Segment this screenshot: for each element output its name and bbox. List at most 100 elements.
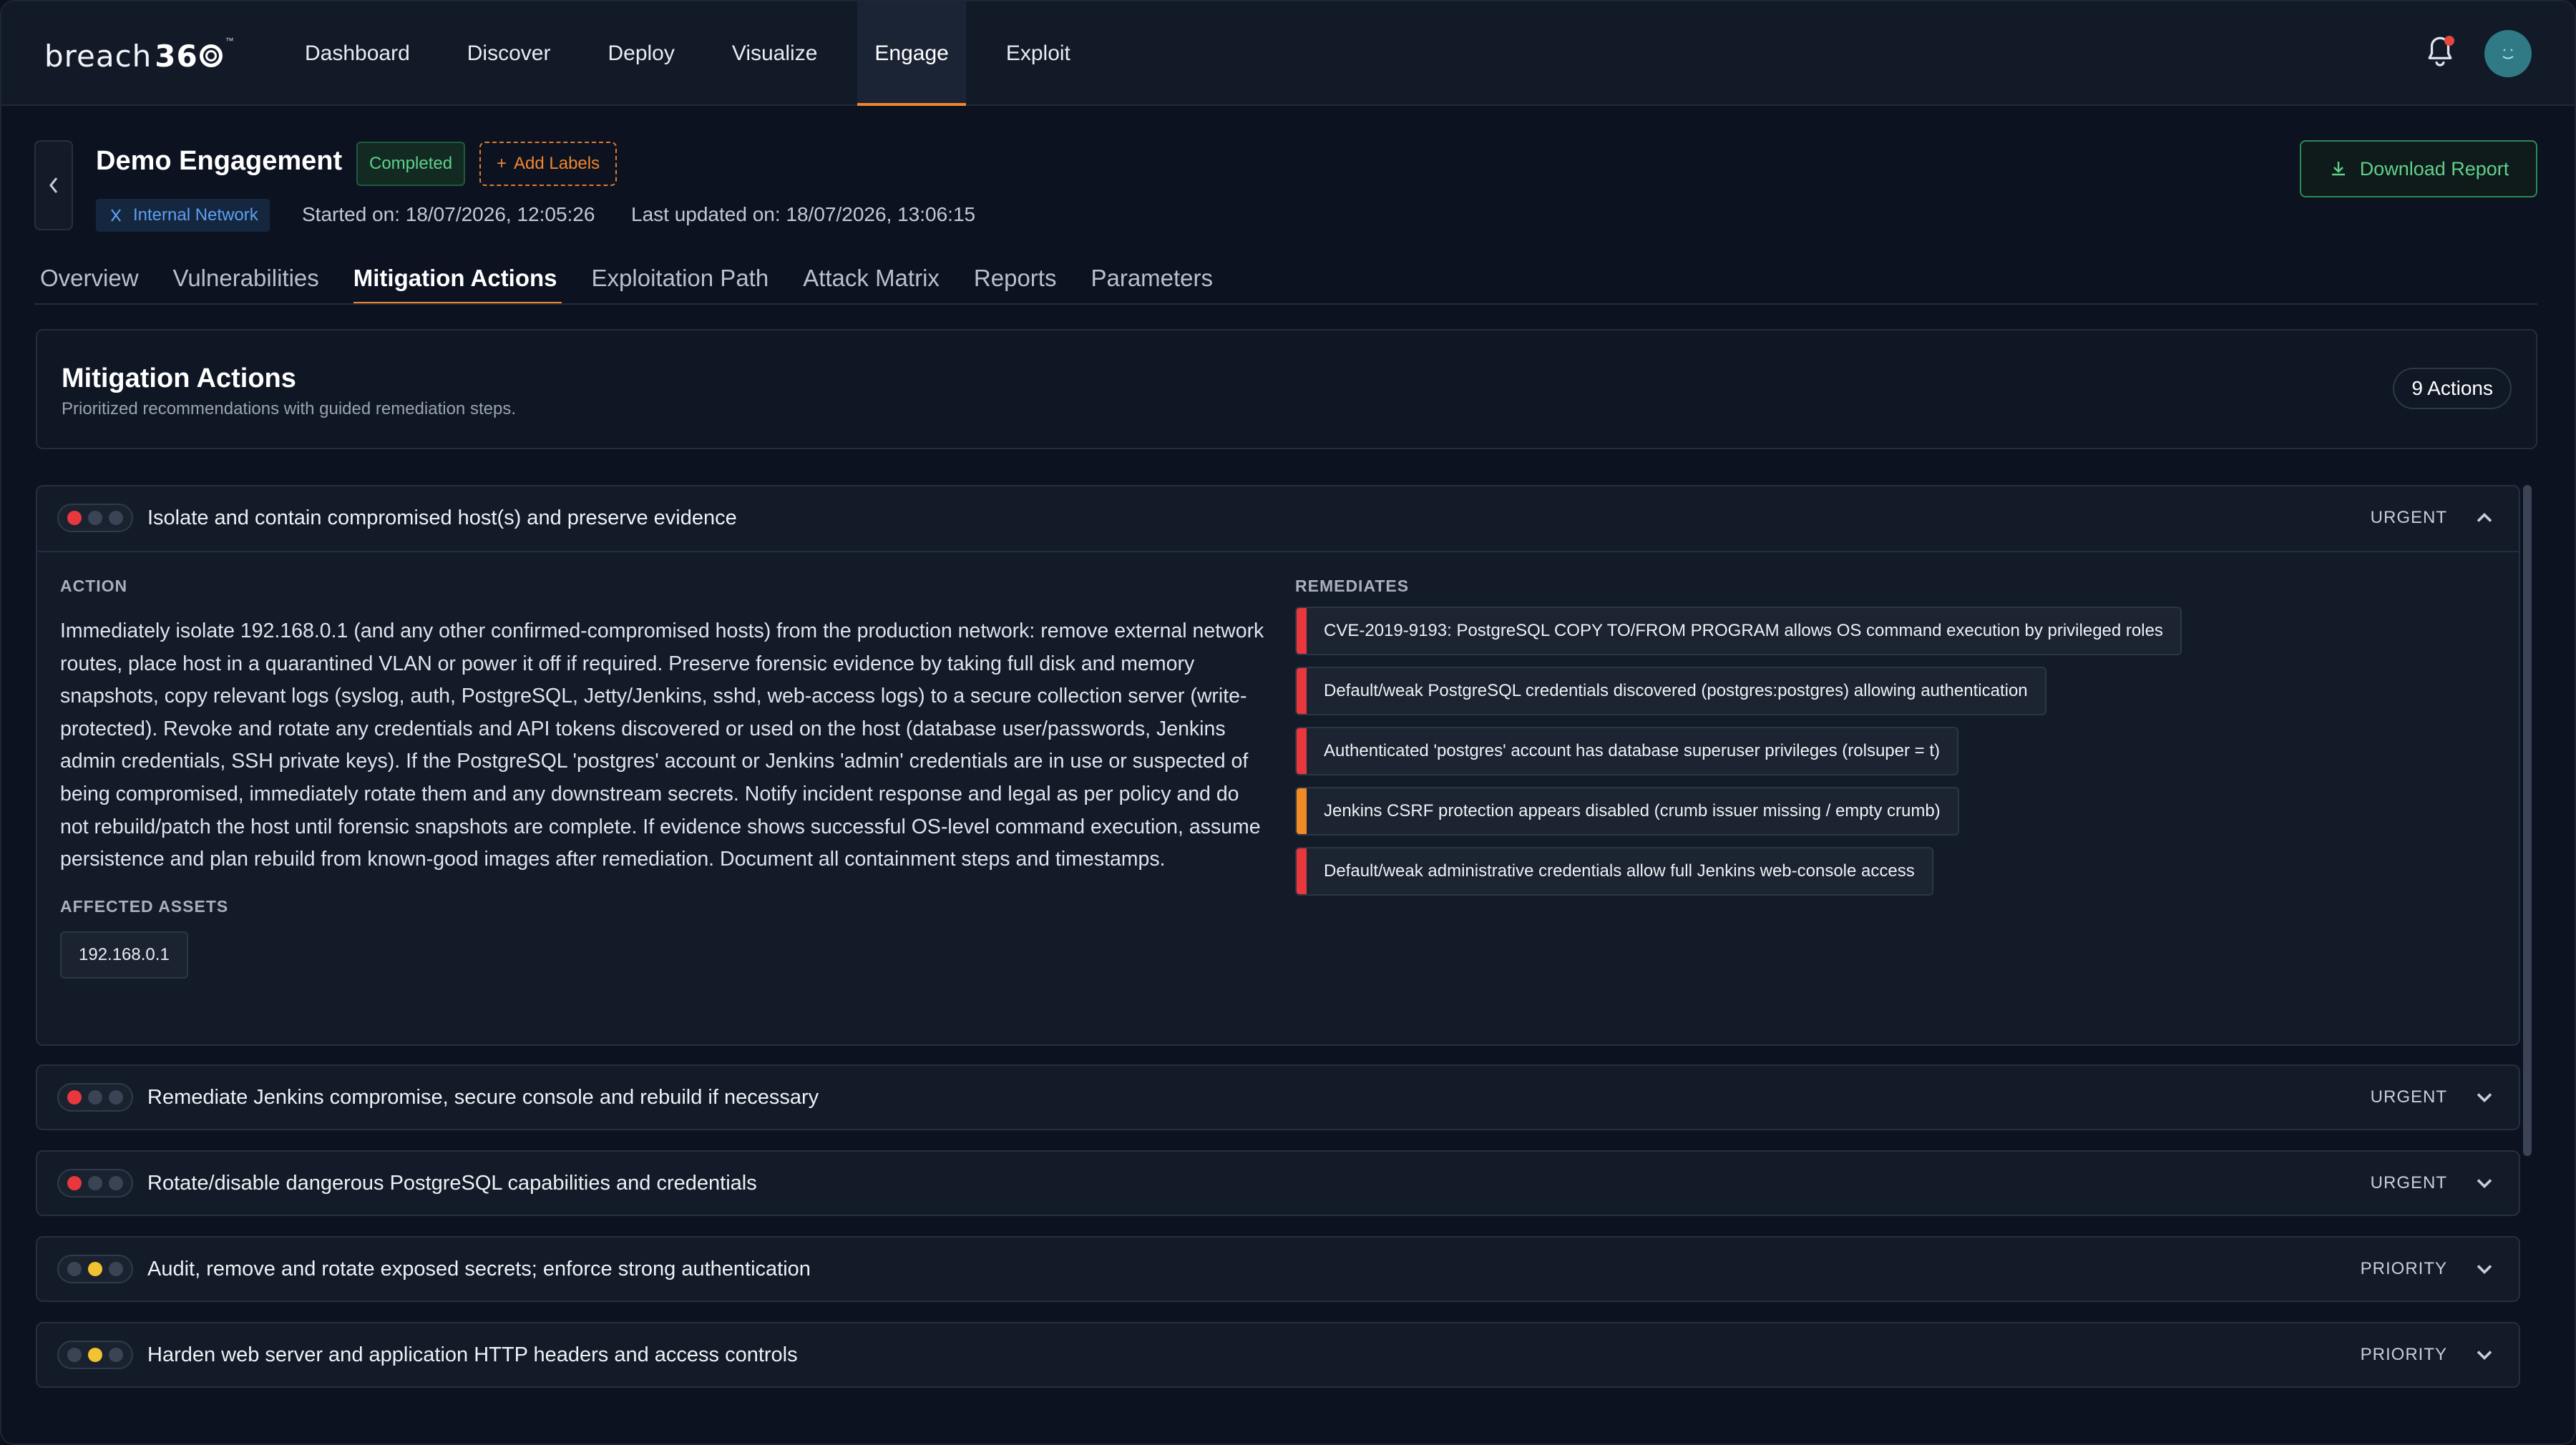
action-level: URGENT xyxy=(2370,1087,2447,1107)
severity-light-low xyxy=(108,1090,123,1104)
scrollbar-thumb[interactable] xyxy=(2523,485,2532,1156)
tab-vulnerabilities[interactable]: Vulnerabilities xyxy=(173,259,319,305)
nav-engage[interactable]: Engage xyxy=(857,1,967,106)
chevron-down-icon[interactable] xyxy=(2472,1170,2497,1196)
engagement-title: Demo Engagement xyxy=(96,146,343,176)
logo-number: 36 xyxy=(155,38,198,74)
plus-icon: + xyxy=(497,154,507,173)
remediates-item[interactable]: Default/weak administrative credentials … xyxy=(1295,847,1933,896)
severity-light-low xyxy=(108,511,123,525)
logo-trademark: ™ xyxy=(225,36,235,46)
action-description: Immediately isolate 192.168.0.1 (and any… xyxy=(60,619,1264,871)
nav-dashboard[interactable]: Dashboard xyxy=(288,1,427,106)
severity-bar xyxy=(1297,728,1307,774)
download-report-button[interactable]: Download Report xyxy=(2300,140,2537,197)
action-level: PRIORITY xyxy=(2360,1259,2447,1278)
severity-light-priority xyxy=(87,1090,102,1104)
severity-indicator xyxy=(57,1083,133,1112)
severity-bar xyxy=(1297,848,1307,894)
severity-indicator xyxy=(57,1255,133,1283)
severity-light-urgent xyxy=(67,1176,82,1190)
tab-mitigation-actions[interactable]: Mitigation Actions xyxy=(353,259,562,305)
remediates-text: Default/weak PostgreSQL credentials disc… xyxy=(1324,681,2028,700)
severity-bar xyxy=(1297,788,1307,834)
remediates-text: CVE-2019-9193: PostgreSQL COPY TO/FROM P… xyxy=(1324,621,2163,640)
action-header[interactable]: Audit, remove and rotate exposed secrets… xyxy=(37,1238,2519,1302)
download-report-label: Download Report xyxy=(2359,157,2509,180)
asset-chip[interactable]: 192.168.0.1 xyxy=(60,931,188,979)
severity-indicator xyxy=(57,1341,133,1369)
nav-discover[interactable]: Discover xyxy=(450,1,568,106)
last-updated: Last updated on: 18/07/2026, 13:06:15 xyxy=(631,203,976,225)
add-labels-button[interactable]: + Add Labels xyxy=(479,142,618,186)
chevron-down-icon[interactable] xyxy=(2472,1084,2497,1110)
brand-logo[interactable]: breach 36 ™ xyxy=(44,34,235,77)
network-icon xyxy=(111,209,121,222)
tabs-divider xyxy=(34,303,2537,305)
top-navbar: breach 36 ™ Dashboard Discover Deploy Vi… xyxy=(1,1,2575,106)
tab-reports[interactable]: Reports xyxy=(974,259,1057,305)
action-item[interactable]: Rotate/disable dangerous PostgreSQL capa… xyxy=(36,1150,2520,1216)
nav-visualize[interactable]: Visualize xyxy=(715,1,835,106)
started-on: Started on: 18/07/2026, 12:05:26 xyxy=(302,203,595,225)
user-avatar[interactable] xyxy=(2484,30,2532,77)
chevron-down-icon[interactable] xyxy=(2472,1342,2497,1368)
section-subtitle: Prioritized recommendations with guided … xyxy=(62,399,516,418)
severity-light-priority xyxy=(87,1348,102,1362)
action-label: ACTION xyxy=(60,577,128,595)
action-item[interactable]: Remediate Jenkins compromise, secure con… xyxy=(36,1064,2520,1130)
severity-light-urgent xyxy=(67,1090,82,1104)
severity-light-low xyxy=(108,1348,123,1362)
severity-bar xyxy=(1297,608,1307,654)
nav-deploy[interactable]: Deploy xyxy=(590,1,691,106)
remediates-item[interactable]: Authenticated 'postgres' account has dat… xyxy=(1295,727,1958,775)
action-item[interactable]: Harden web server and application HTTP h… xyxy=(36,1322,2520,1388)
notification-dot xyxy=(2444,36,2454,46)
remediates-item[interactable]: CVE-2019-9193: PostgreSQL COPY TO/FROM P… xyxy=(1295,607,2182,655)
download-icon xyxy=(2331,162,2345,176)
action-header[interactable]: Harden web server and application HTTP h… xyxy=(37,1323,2519,1388)
chevron-down-icon[interactable] xyxy=(2472,1256,2497,1282)
action-header[interactable]: Rotate/disable dangerous PostgreSQL capa… xyxy=(37,1152,2519,1216)
app-window: breach 36 ™ Dashboard Discover Deploy Vi… xyxy=(0,0,2576,1445)
avatar-face-icon xyxy=(2502,49,2514,59)
chevron-left-icon xyxy=(49,177,58,193)
action-header[interactable]: Remediate Jenkins compromise, secure con… xyxy=(37,1066,2519,1130)
remediates-item[interactable]: Jenkins CSRF protection appears disabled… xyxy=(1295,787,1959,836)
nav-exploit[interactable]: Exploit xyxy=(989,1,1088,106)
severity-indicator xyxy=(57,1169,133,1197)
action-title: Remediate Jenkins compromise, secure con… xyxy=(147,1086,819,1109)
chevron-up-icon[interactable] xyxy=(2472,505,2497,531)
tab-overview[interactable]: Overview xyxy=(40,259,139,305)
status-badge: Completed xyxy=(356,142,466,186)
tab-parameters[interactable]: Parameters xyxy=(1091,259,1213,305)
tab-exploitation-path[interactable]: Exploitation Path xyxy=(592,259,769,305)
action-level: PRIORITY xyxy=(2360,1345,2447,1364)
action-title: Audit, remove and rotate exposed secrets… xyxy=(147,1258,811,1280)
remediates-label: REMEDIATES xyxy=(1295,577,1410,595)
severity-light-priority xyxy=(87,1176,102,1190)
main-nav: Dashboard Discover Deploy Visualize Enga… xyxy=(288,1,1111,106)
remediates-text: Authenticated 'postgres' account has dat… xyxy=(1324,741,1940,760)
severity-light-low xyxy=(108,1262,123,1276)
affected-assets-label: AFFECTED ASSETS xyxy=(60,897,229,916)
logo-word: breach xyxy=(44,38,152,74)
section-title: Mitigation Actions xyxy=(62,363,296,393)
action-title: Rotate/disable dangerous PostgreSQL capa… xyxy=(147,1172,757,1195)
logo-target-icon xyxy=(199,44,223,67)
action-item[interactable]: Audit, remove and rotate exposed secrets… xyxy=(36,1236,2520,1302)
action-level: URGENT xyxy=(2370,508,2447,527)
back-button[interactable] xyxy=(34,140,73,230)
action-header[interactable]: Isolate and contain compromised host(s) … xyxy=(37,486,2519,551)
action-title: Isolate and contain compromised host(s) … xyxy=(147,506,737,529)
severity-light-priority xyxy=(87,1262,102,1276)
severity-light-urgent xyxy=(67,511,82,525)
remediates-item[interactable]: Default/weak PostgreSQL credentials disc… xyxy=(1295,667,2046,715)
severity-bar xyxy=(1297,668,1307,714)
tab-attack-matrix[interactable]: Attack Matrix xyxy=(803,259,940,305)
remediates-text: Jenkins CSRF protection appears disabled… xyxy=(1324,801,1941,821)
severity-light-priority xyxy=(87,511,102,525)
severity-light-low xyxy=(108,1176,123,1190)
action-level: URGENT xyxy=(2370,1173,2447,1192)
action-item: Isolate and contain compromised host(s) … xyxy=(36,485,2520,1046)
